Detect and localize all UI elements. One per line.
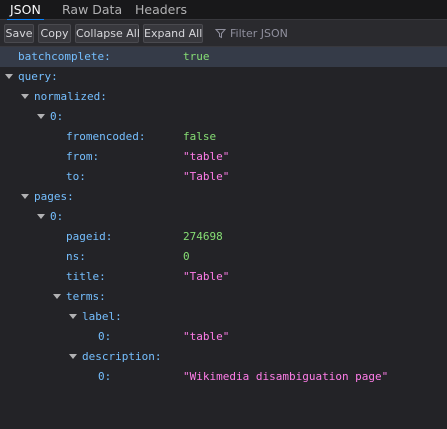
- tree-key: 0:: [98, 370, 112, 383]
- filter-placeholder: Filter JSON: [230, 27, 288, 40]
- tree-key: 0:: [50, 110, 64, 123]
- expand-toggle-icon[interactable]: [53, 294, 61, 299]
- tree-row-pages-0[interactable]: 0:: [0, 207, 447, 227]
- tree-row-ns[interactable]: ns: 0: [0, 247, 447, 267]
- tab-raw-data[interactable]: Raw Data: [62, 0, 122, 20]
- tree-value: 274698: [183, 230, 223, 243]
- tree-key: normalized:: [34, 90, 107, 103]
- tree-value: false: [183, 130, 217, 143]
- tree-key: fromencoded:: [66, 130, 146, 143]
- tree-row-from[interactable]: from: "table": [0, 147, 447, 167]
- tree-row-normalized[interactable]: normalized:: [0, 87, 447, 107]
- tree-key: 0:: [98, 330, 112, 343]
- tree-row-batchcomplete[interactable]: batchcomplete: true: [0, 47, 447, 67]
- tree-key: pages:: [34, 190, 74, 203]
- tree-key: from:: [66, 150, 100, 163]
- tab-json[interactable]: JSON: [7, 0, 44, 21]
- tree-row-normalized-0[interactable]: 0:: [0, 107, 447, 127]
- tree-value: "Wikimedia disambiguation page": [183, 370, 389, 383]
- tree-key: pageid:: [66, 230, 113, 243]
- tree-key: ns:: [66, 250, 86, 263]
- expand-toggle-icon[interactable]: [37, 214, 45, 219]
- tree-value: "table": [183, 330, 230, 343]
- expand-toggle-icon[interactable]: [5, 74, 13, 79]
- expand-toggle-icon[interactable]: [69, 354, 77, 359]
- tree-key: title:: [66, 270, 106, 283]
- tree-value: "Table": [183, 170, 230, 183]
- tree-key: batchcomplete:: [18, 50, 111, 63]
- tree-row-description[interactable]: description:: [0, 347, 447, 367]
- tree-row-query[interactable]: query:: [0, 67, 447, 87]
- tree-row-description-0[interactable]: 0: "Wikimedia disambiguation page": [0, 367, 447, 387]
- tree-key: description:: [82, 350, 162, 363]
- tree-row-pages[interactable]: pages:: [0, 187, 447, 207]
- tree-row-fromencoded[interactable]: fromencoded: false: [0, 127, 447, 147]
- tree-key: 0:: [50, 210, 64, 223]
- tree-value: 0: [183, 250, 190, 263]
- tree-key: query:: [18, 70, 58, 83]
- collapse-all-button[interactable]: Collapse All: [75, 24, 140, 43]
- tree-row-pageid[interactable]: pageid: 274698: [0, 227, 447, 247]
- expand-toggle-icon[interactable]: [69, 314, 77, 319]
- save-button[interactable]: Save: [4, 24, 34, 43]
- copy-button[interactable]: Copy: [38, 24, 71, 43]
- tree-key: to:: [66, 170, 86, 183]
- tree-row-title[interactable]: title: "Table": [0, 267, 447, 287]
- tree-row-label[interactable]: label:: [0, 307, 447, 327]
- tree-key: terms:: [66, 290, 106, 303]
- tree-value: "table": [183, 150, 230, 163]
- tree-value: true: [183, 50, 210, 63]
- tree-row-to[interactable]: to: "Table": [0, 167, 447, 187]
- filter-icon: [215, 29, 226, 39]
- expand-toggle-icon[interactable]: [21, 194, 29, 199]
- json-toolbar: Save Copy Collapse All Expand All Filter…: [0, 20, 447, 47]
- tab-headers[interactable]: Headers: [135, 0, 187, 20]
- viewer-tab-bar: JSON Raw Data Headers: [0, 0, 447, 21]
- tree-key: label:: [82, 310, 122, 323]
- tree-row-terms[interactable]: terms:: [0, 287, 447, 307]
- tree-value: "Table": [183, 270, 230, 283]
- tree-row-label-0[interactable]: 0: "table": [0, 327, 447, 347]
- expand-toggle-icon[interactable]: [21, 94, 29, 99]
- filter-json-input[interactable]: Filter JSON: [213, 24, 443, 43]
- expand-toggle-icon[interactable]: [37, 114, 45, 119]
- expand-all-button[interactable]: Expand All: [143, 24, 203, 43]
